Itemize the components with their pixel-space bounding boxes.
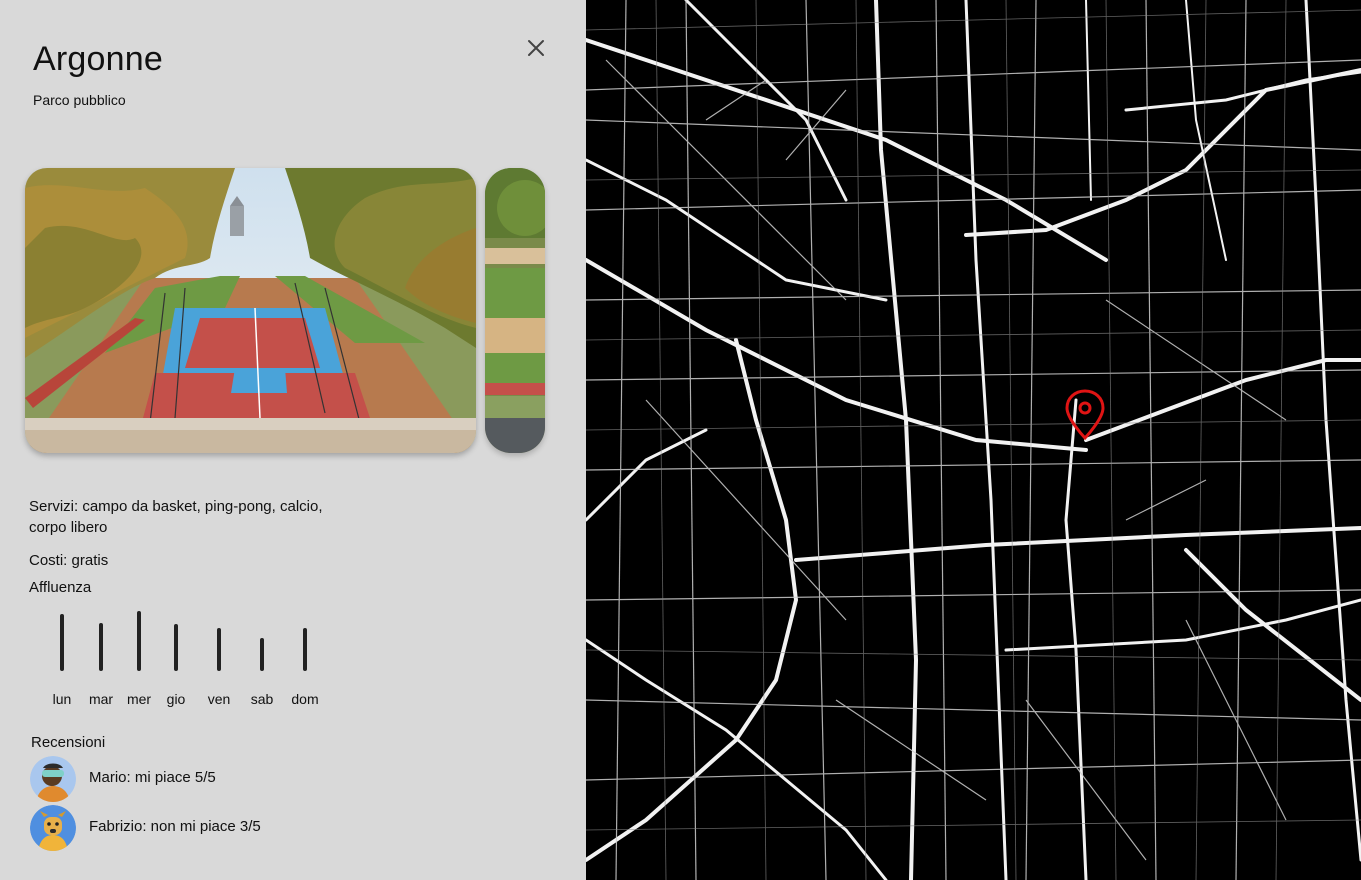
affluenza-chart: lun mar mer gio ven sab dom bbox=[40, 605, 350, 707]
avatar[interactable] bbox=[30, 756, 76, 802]
affluenza-day-label: mar bbox=[88, 691, 114, 707]
place-category: Parco pubblico bbox=[33, 92, 126, 108]
affluenza-bar-lun bbox=[60, 614, 64, 671]
affluenza-bar-mar bbox=[99, 623, 103, 671]
costs-text: Costi: gratis bbox=[29, 552, 109, 569]
affluenza-bar-gio bbox=[174, 624, 178, 671]
reviews-label: Recensioni bbox=[31, 734, 106, 751]
affluenza-bar-sab bbox=[260, 638, 264, 671]
street-map bbox=[586, 0, 1361, 880]
close-button[interactable] bbox=[522, 34, 550, 62]
avatar-image bbox=[30, 805, 76, 851]
location-pin-icon[interactable] bbox=[1063, 389, 1107, 441]
avatar-image bbox=[30, 756, 76, 802]
affluenza-day-label: ven bbox=[207, 691, 231, 707]
park-photo-image bbox=[25, 168, 476, 453]
avatar[interactable] bbox=[30, 805, 76, 851]
affluenza-bar-dom bbox=[303, 628, 307, 671]
map-pin-icon bbox=[1065, 389, 1105, 441]
affluenza-day-label: dom bbox=[291, 691, 319, 707]
close-icon bbox=[528, 40, 544, 56]
park-photo-secondary-image bbox=[485, 168, 545, 453]
affluenza-day-label: gio bbox=[166, 691, 186, 707]
place-title: Argonne bbox=[33, 40, 163, 78]
affluenza-day-label: sab bbox=[250, 691, 274, 707]
affluenza-bar-ven bbox=[217, 628, 221, 671]
services-text: Servizi: campo da basket, ping-pong, cal… bbox=[29, 498, 323, 536]
park-photo-main[interactable] bbox=[25, 168, 476, 453]
affluenza-day-label: lun bbox=[52, 691, 72, 707]
affluenza-label: Affluenza bbox=[29, 579, 92, 596]
map-view[interactable] bbox=[586, 0, 1361, 880]
affluenza-day-label: mer bbox=[126, 691, 152, 707]
review-text: Mario: mi piace 5/5 bbox=[89, 769, 216, 786]
affluenza-bar-mer bbox=[137, 611, 141, 671]
place-detail-panel: Argonne Parco pubblico Servizi: campo da… bbox=[0, 0, 586, 880]
park-photo-secondary[interactable] bbox=[485, 168, 545, 453]
review-text: Fabrizio: non mi piace 3/5 bbox=[89, 818, 261, 835]
